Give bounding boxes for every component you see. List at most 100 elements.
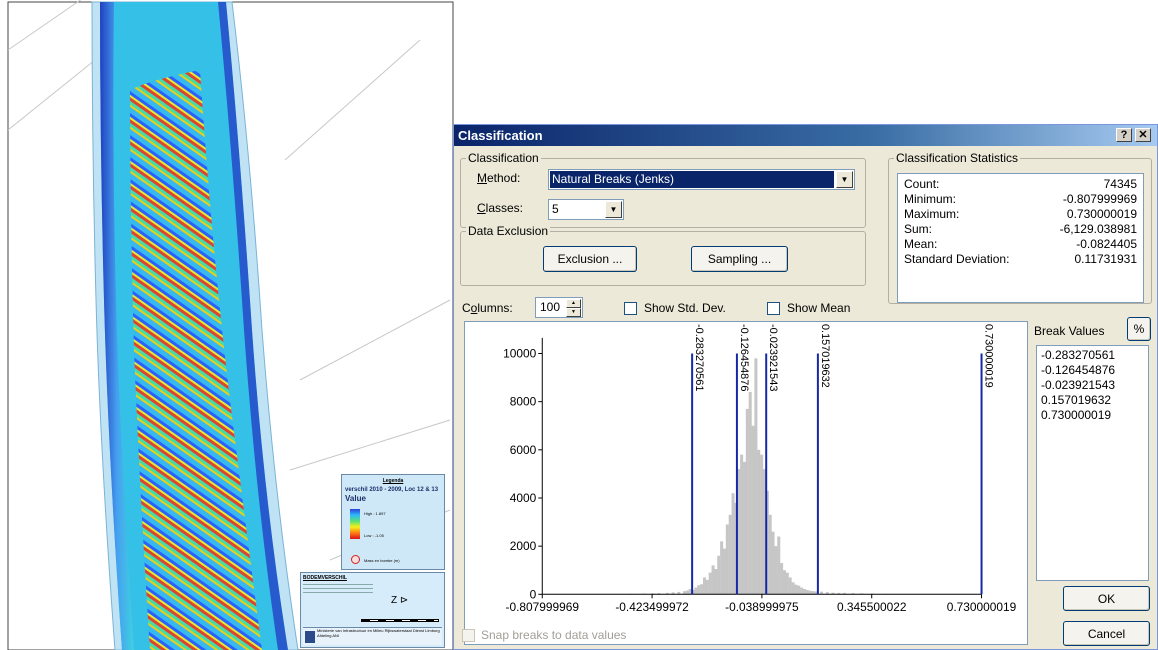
show-std-dev-checkbox[interactable] bbox=[624, 302, 637, 315]
histogram-bar bbox=[705, 579, 709, 595]
x-tick-label: 0.730000019 bbox=[947, 600, 1017, 614]
break-values-list[interactable]: -0.283270561 -0.126454876 -0.023921543 0.15… bbox=[1036, 345, 1149, 581]
histogram-bar bbox=[808, 590, 812, 595]
histogram-chart[interactable]: 0 2000 4000 6000 8000 10000 -0.807999969 -0.423… bbox=[464, 321, 1028, 645]
histogram-bar bbox=[791, 582, 795, 595]
y-tick-label: 4000 bbox=[510, 491, 537, 505]
y-tick-label: 6000 bbox=[510, 443, 537, 457]
histogram-bar bbox=[794, 584, 798, 595]
snap-breaks-checkbox[interactable] bbox=[462, 629, 475, 642]
histogram-bar bbox=[685, 590, 689, 595]
stat-value: -6,129.038981 bbox=[1059, 222, 1137, 236]
histogram-bar bbox=[782, 570, 786, 595]
legend-layer-name: verschil 2010 - 2009, Loc 12 & 13 bbox=[345, 487, 439, 493]
y-tick-label: 0 bbox=[530, 587, 537, 601]
exclusion-button-label: Exclusion ... bbox=[557, 252, 623, 266]
chevron-down-icon[interactable]: ▼ bbox=[605, 201, 622, 218]
help-button[interactable]: ? bbox=[1116, 128, 1132, 142]
histogram-bar bbox=[722, 548, 726, 595]
histogram-bar bbox=[694, 587, 698, 595]
sampling-button[interactable]: Sampling ... bbox=[691, 246, 788, 272]
method-label: Method: bbox=[477, 171, 521, 185]
ok-button[interactable]: OK bbox=[1063, 586, 1150, 611]
histogram-bar bbox=[717, 555, 721, 595]
scale-bar bbox=[361, 619, 439, 622]
classification-group-label: Classification bbox=[466, 151, 541, 165]
stat-value: 0.730000019 bbox=[1066, 207, 1137, 221]
y-tick-label: 2000 bbox=[510, 539, 537, 553]
break-line-label: 0.157019632 bbox=[819, 324, 831, 388]
stat-value: -0.807999969 bbox=[1062, 192, 1137, 206]
histogram-bar bbox=[745, 408, 749, 595]
method-dropdown[interactable]: Natural Breaks (Jenks) ▼ bbox=[548, 169, 855, 190]
histogram-bar bbox=[754, 358, 758, 595]
dialog-title-bar[interactable]: Classification ? ✕ bbox=[454, 125, 1157, 146]
classification-statistics-group: Classification Statistics Count: 74345 Min… bbox=[888, 151, 1152, 304]
spinner-down-icon[interactable]: ▼ bbox=[566, 308, 581, 317]
y-tick-label: 8000 bbox=[510, 395, 537, 409]
histogram-bar bbox=[742, 461, 746, 595]
stat-value: 0.11731931 bbox=[1074, 252, 1137, 266]
classification-dialog: Classification ? ✕ Classification Method… bbox=[453, 124, 1158, 650]
chevron-down-icon[interactable]: ▼ bbox=[836, 171, 853, 188]
stat-row: Sum: -6,129.038981 bbox=[904, 222, 1137, 237]
exclusion-button[interactable]: Exclusion ... bbox=[543, 246, 637, 272]
spinner-up-icon[interactable]: ▲ bbox=[566, 299, 581, 308]
columns-spinner[interactable]: 100 ▲ ▼ bbox=[535, 297, 583, 318]
histogram-bar bbox=[725, 524, 729, 595]
title-block-heading: BODEMVERSCHIL bbox=[303, 575, 347, 581]
break-values-label: Break Values bbox=[1034, 324, 1105, 338]
cancel-button[interactable]: Cancel bbox=[1063, 621, 1150, 646]
break-value-item[interactable]: 0.157019632 bbox=[1041, 393, 1144, 408]
legend-color-ramp bbox=[350, 509, 360, 539]
columns-label: Columns: bbox=[462, 301, 513, 315]
classes-dropdown[interactable]: 5 ▼ bbox=[548, 199, 624, 220]
break-value-item[interactable]: -0.126454876 bbox=[1041, 363, 1144, 378]
classification-group: Classification Method: Natural Breaks (J… bbox=[460, 151, 866, 228]
show-std-dev-label: Show Std. Dev. bbox=[644, 301, 726, 315]
histogram-bar bbox=[720, 541, 724, 595]
histogram-bar bbox=[740, 454, 744, 595]
break-value-item[interactable]: -0.283270561 bbox=[1041, 348, 1144, 363]
histogram-bar bbox=[702, 577, 707, 595]
histogram-bar bbox=[731, 493, 735, 595]
snap-breaks-label: Snap breaks to data values bbox=[481, 628, 627, 642]
histogram-bar bbox=[780, 563, 784, 595]
histogram-bar bbox=[711, 565, 715, 595]
classification-statistics-label: Classification Statistics bbox=[894, 151, 1021, 165]
break-value-item[interactable]: -0.023921543 bbox=[1041, 378, 1144, 393]
x-tick-label: 0.345500022 bbox=[837, 600, 907, 614]
stat-row: Maximum: 0.730000019 bbox=[904, 207, 1137, 222]
histogram-bar bbox=[785, 572, 789, 595]
stat-value: -0.0824405 bbox=[1076, 237, 1137, 251]
data-exclusion-group: Data Exclusion Exclusion ... Sampling ..… bbox=[460, 224, 866, 286]
columns-value: 100 bbox=[540, 300, 561, 314]
histogram-bar bbox=[802, 589, 806, 595]
x-tick-label: -0.038999975 bbox=[725, 600, 799, 614]
stat-row: Standard Deviation: 0.11731931 bbox=[904, 252, 1137, 267]
show-mean-checkbox[interactable] bbox=[767, 302, 780, 315]
ministry-logo-icon bbox=[305, 631, 315, 643]
histogram-bar bbox=[805, 589, 809, 595]
stat-label: Standard Deviation: bbox=[904, 252, 1010, 266]
method-value: Natural Breaks (Jenks) bbox=[550, 171, 834, 188]
stat-row: Minimum: -0.807999969 bbox=[904, 192, 1137, 207]
title-block-line bbox=[303, 590, 373, 593]
close-button[interactable]: ✕ bbox=[1135, 128, 1151, 142]
stat-label: Minimum: bbox=[904, 192, 957, 206]
histogram-bar bbox=[800, 587, 804, 595]
legend-low-label: Low : -1.05 bbox=[364, 533, 384, 538]
stat-value: 74345 bbox=[1103, 177, 1137, 191]
show-mean-label: Show Mean bbox=[787, 301, 851, 315]
y-tick-label: 10000 bbox=[503, 346, 536, 360]
histogram-bar bbox=[728, 514, 732, 595]
break-value-item[interactable]: 0.730000019 bbox=[1041, 408, 1144, 423]
data-exclusion-group-label: Data Exclusion bbox=[466, 224, 551, 238]
histogram-bar bbox=[760, 454, 764, 595]
histogram-bar bbox=[797, 585, 801, 595]
histogram-bar bbox=[757, 449, 761, 595]
percent-button[interactable]: % bbox=[1127, 317, 1151, 341]
stat-label: Sum: bbox=[904, 222, 933, 236]
histogram-bar bbox=[777, 536, 781, 595]
ok-button-label: OK bbox=[1097, 592, 1116, 606]
